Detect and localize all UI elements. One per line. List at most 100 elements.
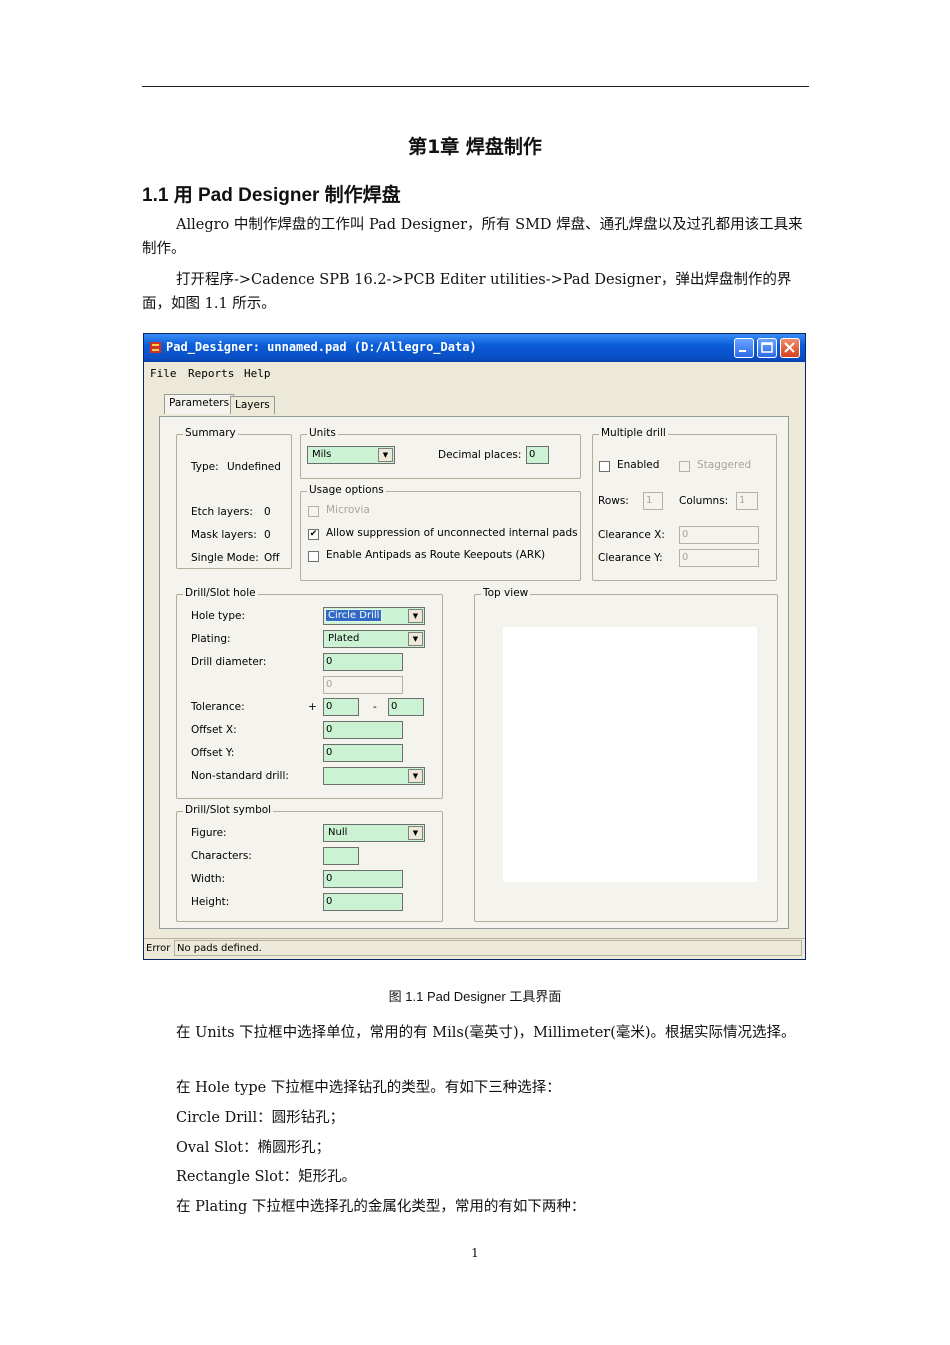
- microvia-label: Microvia: [326, 504, 370, 516]
- menu-bar: File Reports Help: [144, 363, 805, 383]
- mask-layers-label: Mask layers:: [191, 529, 257, 541]
- chevron-down-icon[interactable]: ▼: [408, 609, 423, 623]
- tolerance-minus-sign: -: [373, 701, 377, 713]
- hole-type-value: Circle Drill: [324, 609, 383, 622]
- enable-antipads-checkbox[interactable]: [308, 551, 319, 562]
- menu-reports[interactable]: Reports: [188, 367, 234, 380]
- hole-type-label: Hole type:: [191, 610, 246, 622]
- chevron-down-icon[interactable]: ▼: [408, 826, 423, 840]
- offset-y-label: Offset Y:: [191, 747, 235, 759]
- non-standard-drill-select[interactable]: ▼: [323, 767, 425, 785]
- drill-slot-hole-legend: Drill/Slot hole: [183, 587, 258, 599]
- figure-label: Figure:: [191, 827, 227, 839]
- staggered-label: Staggered: [697, 459, 752, 471]
- parameters-panel: Summary Type: Undefined Etch layers: 0 M…: [159, 416, 789, 929]
- clearance-y-field[interactable]: 0: [679, 549, 759, 567]
- drill-slot-hole-group: Drill/Slot hole Hole type: Circle Drill …: [176, 587, 443, 799]
- decimal-places-label: Decimal places:: [438, 449, 522, 461]
- header-rule: [142, 86, 809, 87]
- width-field[interactable]: 0: [323, 870, 403, 888]
- tolerance-plus-sign: +: [308, 701, 317, 713]
- top-view-canvas[interactable]: [503, 627, 757, 882]
- columns-field[interactable]: 1: [736, 492, 758, 510]
- plating-label: Plating:: [191, 633, 231, 645]
- microvia-checkbox[interactable]: [308, 506, 319, 517]
- paragraph-text: 打开程序->Cadence SPB 16.2->PCB Editer utili…: [142, 272, 792, 312]
- offset-y-field[interactable]: 0: [323, 744, 403, 762]
- drill-diameter-label: Drill diameter:: [191, 656, 267, 668]
- chevron-down-icon[interactable]: ▼: [408, 769, 423, 783]
- height-field[interactable]: 0: [323, 893, 403, 911]
- tab-parameters[interactable]: Parameters: [164, 394, 235, 414]
- enabled-checkbox[interactable]: [599, 461, 610, 472]
- enable-antipads-label: Enable Antipads as Route Keepouts (ARK): [326, 549, 546, 561]
- chevron-down-icon[interactable]: ▼: [378, 448, 393, 462]
- title-bar[interactable]: Pad_Designer: unnamed.pad (D:/Allegro_Da…: [144, 334, 805, 362]
- paragraph: 在 Plating 下拉框中选择孔的金属化类型，常用的有如下两种：: [176, 1199, 586, 1215]
- usage-options-legend: Usage options: [307, 484, 386, 496]
- menu-help[interactable]: Help: [244, 367, 271, 380]
- units-group: Units Mils ▼ Decimal places: 0: [300, 427, 581, 479]
- allow-suppression-label: Allow suppression of unconnected interna…: [326, 527, 578, 539]
- drill-slot-symbol-legend: Drill/Slot symbol: [183, 804, 274, 816]
- characters-label: Characters:: [191, 850, 252, 862]
- type-label: Type:: [191, 461, 219, 473]
- summary-group: Summary Type: Undefined Etch layers: 0 M…: [176, 427, 292, 569]
- paragraph: 在 Hole type 下拉框中选择钻孔的类型。有如下三种选择：: [176, 1080, 561, 1096]
- paragraph-text: 在 Units 下拉框中选择单位，常用的有 Mils(毫英寸)，Millimet…: [176, 1025, 796, 1041]
- height-label: Height:: [191, 896, 230, 908]
- staggered-checkbox[interactable]: [679, 461, 690, 472]
- drill-diameter-secondary-field[interactable]: 0: [323, 676, 403, 694]
- paragraph-text: Allegro 中制作焊盘的工作叫 Pad Designer，所有 SMD 焊盘…: [142, 217, 803, 257]
- units-value: Mils: [312, 449, 332, 460]
- units-select[interactable]: Mils ▼: [307, 446, 395, 464]
- mask-layers-value: 0: [264, 529, 271, 541]
- close-icon: [784, 342, 795, 353]
- plating-select[interactable]: Plated ▼: [323, 630, 425, 648]
- figure-value: Null: [328, 827, 348, 838]
- status-message: No pads defined.: [174, 940, 802, 956]
- tolerance-minus-field[interactable]: 0: [388, 698, 424, 716]
- section-title: 1.1 用 Pad Designer 制作焊盘: [142, 185, 401, 206]
- menu-file[interactable]: File: [150, 367, 177, 380]
- status-bar: Error No pads defined.: [144, 938, 805, 959]
- chapter-title: 第1章 焊盘制作: [408, 136, 542, 158]
- tolerance-plus-field[interactable]: 0: [323, 698, 359, 716]
- tolerance-label: Tolerance:: [191, 701, 245, 713]
- figure-select[interactable]: Null ▼: [323, 824, 425, 842]
- non-standard-drill-label: Non-standard drill:: [191, 770, 289, 782]
- maximize-button[interactable]: [757, 338, 777, 358]
- plating-value: Plated: [328, 633, 360, 644]
- clearance-x-field[interactable]: 0: [679, 526, 759, 544]
- summary-legend: Summary: [183, 427, 238, 439]
- multiple-drill-legend: Multiple drill: [599, 427, 668, 439]
- decimal-places-field[interactable]: 0: [526, 446, 549, 464]
- clearance-y-label: Clearance Y:: [598, 552, 663, 564]
- units-legend: Units: [307, 427, 338, 439]
- hole-type-select[interactable]: Circle Drill ▼: [323, 607, 425, 625]
- close-button[interactable]: [780, 338, 800, 358]
- page-number: 1: [471, 1246, 479, 1260]
- width-label: Width:: [191, 873, 226, 885]
- list-item: Circle Drill：圆形钻孔；: [176, 1110, 345, 1126]
- pad-designer-window: Pad_Designer: unnamed.pad (D:/Allegro_Da…: [143, 333, 806, 960]
- maximize-icon: [761, 342, 773, 353]
- paragraph: Allegro 中制作焊盘的工作叫 Pad Designer，所有 SMD 焊盘…: [142, 213, 810, 261]
- rows-field[interactable]: 1: [643, 492, 663, 510]
- chevron-down-icon[interactable]: ▼: [408, 632, 423, 646]
- drill-diameter-field[interactable]: 0: [323, 653, 403, 671]
- minimize-icon: [739, 350, 746, 352]
- paragraph: 打开程序->Cadence SPB 16.2->PCB Editer utili…: [142, 268, 810, 316]
- figure-caption: 图 1.1 Pad Designer 工具界面: [388, 989, 562, 1004]
- enabled-label: Enabled: [617, 459, 660, 471]
- offset-x-field[interactable]: 0: [323, 721, 403, 739]
- tab-layers[interactable]: Layers: [230, 396, 275, 414]
- status-label: Error: [146, 943, 171, 954]
- multiple-drill-group: Multiple drill Enabled Staggered Rows: 1…: [592, 427, 777, 581]
- etch-layers-value: 0: [264, 506, 271, 518]
- characters-field[interactable]: [323, 847, 359, 865]
- allow-suppression-checkbox[interactable]: ✔: [308, 529, 319, 540]
- paragraph: 在 Units 下拉框中选择单位，常用的有 Mils(毫英寸)，Millimet…: [142, 1021, 810, 1045]
- minimize-button[interactable]: [734, 338, 754, 358]
- list-item: Rectangle Slot：矩形孔。: [176, 1169, 357, 1185]
